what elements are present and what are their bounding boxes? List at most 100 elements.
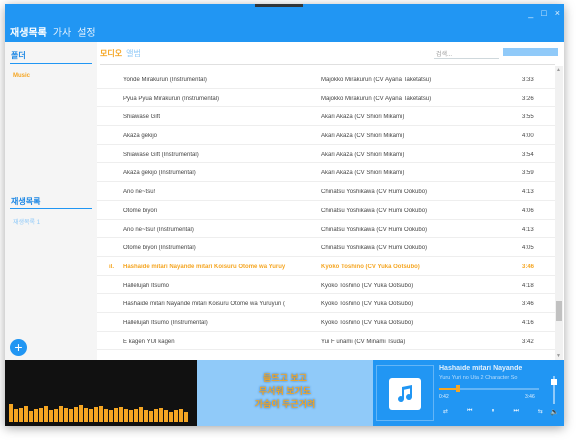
tab-audio[interactable]: 모디오 [100, 48, 122, 59]
visualizer-bar [184, 412, 188, 422]
progress-bar[interactable] [439, 385, 539, 392]
visualizer-bar [49, 410, 53, 422]
drag-handle[interactable] [255, 4, 303, 7]
track-row[interactable]: Ano ne~tsu! (Instrumental) Chinatsu Yoshi… [97, 220, 555, 239]
track-duration: 3:46 [522, 263, 535, 270]
playback-controls: Hashaide mitari Nayande Yuru Yuri no Uta… [373, 360, 564, 426]
visualizer-bar [84, 408, 88, 422]
transport-buttons: ⇄ ⏮ ⏸ ⏭ ⇆ [443, 408, 543, 415]
total-time: 3:46 [525, 394, 535, 400]
maximize-button[interactable]: □ [541, 8, 546, 18]
scrollbar[interactable]: ▲ ▼ [555, 66, 563, 360]
track-title: Hashaide mitari Nayande mitari Koisuru O… [123, 301, 285, 308]
previous-icon[interactable]: ⏮ [467, 408, 472, 415]
folder-header: 폴더 [11, 51, 26, 60]
sidebar: 폴더 Music 재생목록 재생목록 1 + [5, 42, 97, 360]
pause-icon[interactable]: ⏸ [491, 408, 494, 415]
track-duration: 3:33 [522, 77, 534, 83]
track-duration: 4:05 [522, 245, 534, 252]
audio-visualizer [5, 360, 197, 426]
track-row[interactable]: ıl. Hashaide mitari Nayande mitari Koisur… [97, 257, 555, 276]
shuffle-icon[interactable]: ⇄ [443, 408, 448, 415]
music-note-icon [389, 378, 421, 410]
visualizer-bar [164, 410, 168, 422]
volume-slider[interactable] [551, 376, 557, 404]
tab-album[interactable]: 앨범 [126, 48, 141, 59]
track-duration: 4:18 [522, 282, 534, 289]
sidebar-item-music[interactable]: Music [13, 73, 30, 79]
visualizer-bar [129, 410, 133, 422]
track-row[interactable]: Shiawase Gift Akari Akaza (CV Shiori Mika… [97, 107, 555, 127]
track-artist: Akari Akaza (CV Shiori Mikami) [321, 151, 405, 158]
visualizer-bar [34, 409, 38, 422]
track-row[interactable]: Ano ne~tsu! Chinatsu Yoshikawa (CV Rumi O… [97, 182, 555, 201]
track-duration: 4:16 [522, 319, 534, 326]
track-title: Otome biyori [123, 207, 158, 214]
track-row[interactable]: Akaza gekijō Akari Akaza (CV Shiori Mikam… [97, 126, 555, 145]
visualizer-bar [139, 407, 143, 422]
visualizer-bar [169, 412, 173, 422]
sidebar-item-playlist-1[interactable]: 재생목록 1 [13, 217, 40, 226]
track-row[interactable]: Otome biyori Chinatsu Yoshikawa (CV Rumi … [97, 201, 555, 220]
volume-handle[interactable] [551, 379, 557, 386]
track-row[interactable]: E kagen YUI kagen Yui F unami (CV Minami … [97, 332, 555, 351]
visualizer-bar [109, 410, 113, 422]
progress-handle[interactable] [456, 385, 460, 392]
track-artist: Kyoko Toshino (CV Yuka Ootsubo) [321, 319, 414, 326]
track-row[interactable]: Hallelujah Itsumo (Instrumental) Kyoko To… [97, 313, 555, 332]
menu-lyrics[interactable]: 가사 [53, 24, 71, 39]
visualizer-bar [44, 406, 48, 422]
visualizer-bar [119, 407, 123, 422]
track-artist: Akari Akaza (CV Shiori Mikami) [321, 133, 405, 140]
track-row[interactable]: Otome biyori (Instrumental) Chinatsu Yosh… [97, 238, 555, 257]
current-time: 0:42 [439, 394, 449, 400]
track-list: Yonde Mirakurun (Instrumental) Majokko Mi… [97, 70, 555, 351]
visualizer-bar [79, 405, 83, 422]
visualizer-bar [19, 408, 23, 422]
visualizer-bar [74, 407, 78, 422]
track-title: E kagen YUI kagen [123, 338, 175, 345]
add-playlist-button[interactable]: + [10, 339, 27, 356]
track-duration: 3:54 [522, 151, 534, 158]
scroll-down-icon[interactable]: ▼ [556, 353, 561, 359]
visualizer-bar [179, 409, 183, 422]
visualizer-bar [24, 406, 28, 422]
now-playing-album: Yuru Yuri no Uta 2 Character So [439, 375, 518, 381]
track-duration: 4:06 [522, 207, 534, 214]
track-row[interactable]: Yonde Mirakurun (Instrumental) Majokko Mi… [97, 70, 555, 89]
now-playing-icon: ıl. [109, 263, 115, 270]
scrollbar-thumb[interactable] [556, 301, 562, 321]
next-icon[interactable]: ⏭ [514, 408, 519, 415]
track-row[interactable]: Hallelujah Itsumo Kyoko Toshino (CV Yuka … [97, 276, 555, 295]
track-artist: Akari Akaza (CV Shiori Mikami) [321, 170, 405, 177]
minimize-button[interactable]: _ [528, 8, 533, 18]
search-input[interactable]: 검색... [434, 46, 499, 59]
visualizer-bar [159, 408, 163, 422]
track-title: Otome biyori (Instrumental) [123, 245, 196, 252]
visualizer-bar [124, 409, 128, 422]
track-row[interactable]: Shiawase Gift (Instrumental) Akari Akaza … [97, 145, 555, 164]
track-artist: Majokko Mirakurun (CV Ayana Taketatsu) [321, 77, 432, 83]
track-title: Pyua Pyua Mirakurun (Instrumental) [123, 95, 220, 102]
track-title: Shiawase Gift [123, 114, 161, 121]
lyrics-line: 무서워 보기도 [258, 386, 312, 396]
track-duration: 3:55 [522, 114, 534, 121]
track-row[interactable]: Hashaide mitari Nayande mitari Koisuru O… [97, 294, 555, 313]
menu-settings[interactable]: 설정 [77, 24, 95, 39]
scroll-up-icon[interactable]: ▲ [556, 67, 561, 73]
visualizer-bar [64, 408, 68, 422]
header-divider [100, 64, 555, 65]
visualizer-bar [9, 404, 13, 422]
track-artist: Kyoko Toshino (CV Yuka Ootsubo) [321, 263, 420, 270]
track-duration: 3:42 [522, 338, 534, 345]
menu-playlist[interactable]: 재생목록 [10, 24, 47, 39]
speaker-icon[interactable]: 🔈 [550, 408, 559, 416]
search-button[interactable] [503, 48, 558, 56]
track-row[interactable]: Akaza gekijō (Instrumental) Akari Akaza (… [97, 163, 555, 183]
playlist-divider [10, 208, 92, 209]
close-button[interactable]: × [555, 8, 560, 18]
visualizer-bar [39, 408, 43, 422]
visualizer-bar [114, 408, 118, 422]
repeat-icon[interactable]: ⇆ [538, 408, 543, 415]
track-row[interactable]: Pyua Pyua Mirakurun (Instrumental) Majokk… [97, 89, 555, 108]
